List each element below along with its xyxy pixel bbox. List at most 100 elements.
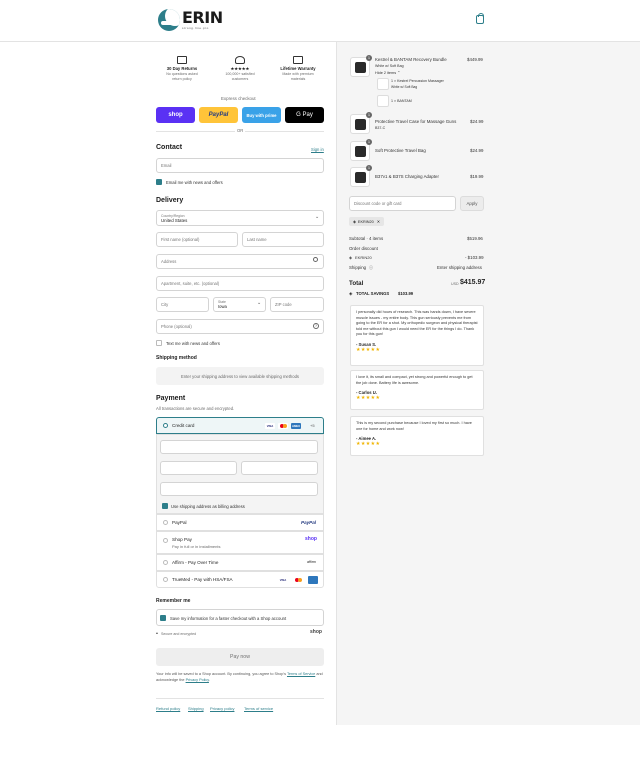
item-price: $19.99 bbox=[470, 174, 484, 179]
item-name: Soft Protective Travel Bag bbox=[375, 148, 426, 153]
total-label: Total bbox=[349, 280, 364, 287]
perk-line: customers bbox=[231, 76, 249, 81]
product-thumbnail: 1 bbox=[350, 55, 372, 77]
paypal-option[interactable]: PayPal PayPal bbox=[156, 514, 324, 531]
country-value: United States bbox=[161, 217, 188, 223]
amazon-pay-button[interactable]: Buy with prime bbox=[242, 107, 281, 123]
credit-card-option[interactable]: Credit card VISA AMEX +5 bbox=[156, 417, 324, 434]
brand-logo[interactable]: ERIN strong·line·pro bbox=[158, 9, 223, 31]
apartment-field[interactable]: Apartment, suite, etc. (optional) bbox=[156, 276, 324, 291]
text-news-checkbox[interactable] bbox=[156, 340, 162, 346]
address-field[interactable]: Address bbox=[156, 254, 324, 269]
review-text: This is my second purchase because I lov… bbox=[356, 421, 472, 431]
paypal-label: PayPal bbox=[172, 520, 187, 525]
affirm-option[interactable]: Affirm - Pay Over Time affirm bbox=[156, 554, 324, 571]
amex-icon: AMEX bbox=[291, 423, 301, 429]
email-news-checkbox[interactable] bbox=[156, 179, 162, 185]
billing-same-checkbox[interactable] bbox=[162, 503, 168, 509]
remember-me-title: Remember me bbox=[156, 598, 191, 604]
save-info-checkbox[interactable] bbox=[160, 615, 166, 621]
star-rating-icon: ★★★★★ bbox=[356, 441, 381, 448]
paypal-radio[interactable] bbox=[163, 520, 168, 525]
currency-label: USD bbox=[451, 282, 459, 286]
tag-icon: ◈ bbox=[349, 255, 353, 260]
pay-now-button[interactable]: Pay now bbox=[156, 648, 324, 666]
name-on-card-field[interactable] bbox=[160, 482, 318, 496]
footer-link-privacy[interactable]: Privacy policy bbox=[210, 706, 234, 711]
subtotal-value: $519.96 bbox=[467, 236, 483, 241]
product-thumbnail: 1 bbox=[350, 112, 372, 134]
mastercard-icon bbox=[293, 577, 303, 583]
zip-field[interactable]: ZIP code bbox=[270, 297, 324, 312]
terms-of-service-link[interactable]: Terms of Service bbox=[287, 672, 315, 676]
apply-button[interactable]: Apply bbox=[460, 196, 484, 211]
shop-pay-button[interactable]: shop bbox=[156, 107, 195, 123]
shop-pay-radio[interactable] bbox=[163, 538, 168, 543]
city-field[interactable]: City bbox=[156, 297, 209, 312]
item-price: $449.99 bbox=[467, 57, 483, 62]
google-pay-button[interactable]: G Pay bbox=[285, 107, 324, 123]
security-code-field[interactable] bbox=[241, 461, 318, 475]
affirm-radio[interactable] bbox=[163, 560, 168, 565]
or-divider-label: OR bbox=[235, 128, 246, 133]
legal-period: . bbox=[208, 678, 210, 682]
footer-link-shipping[interactable]: Shipping bbox=[188, 706, 204, 711]
sign-in-link[interactable]: Sign in bbox=[311, 147, 324, 152]
visa-icon: VISA bbox=[278, 577, 288, 583]
footer-link-refund[interactable]: Refund policy bbox=[156, 706, 180, 711]
last-name-field[interactable]: Last name bbox=[242, 232, 324, 247]
footer-link-terms[interactable]: Terms of service bbox=[244, 706, 273, 711]
text-news-label: Text me with news and offers bbox=[166, 341, 220, 346]
review-card: This is my second purchase because I lov… bbox=[350, 416, 484, 456]
savings-value: $103.99 bbox=[398, 291, 414, 296]
item-name: B37v1 & B37S Charging Adapter bbox=[375, 174, 439, 179]
shop-logo: shop bbox=[310, 629, 322, 635]
first-name-field[interactable]: First name (optional) bbox=[156, 232, 238, 247]
store-icon bbox=[235, 56, 245, 64]
phone-field[interactable]: Phone (optional) bbox=[156, 319, 324, 334]
paypal-button[interactable]: PayPal bbox=[199, 107, 238, 123]
discount-tag-code: EKRIN20 bbox=[357, 219, 374, 224]
hsa-card-icon bbox=[308, 576, 318, 584]
email-field[interactable]: Email bbox=[156, 158, 324, 173]
review-text: I love it, its small and compact, yet st… bbox=[356, 375, 473, 385]
payment-subtitle: All transactions are secure and encrypte… bbox=[156, 406, 235, 411]
review-card: I personally did hours of research. This… bbox=[350, 305, 484, 366]
perk-customers: ★★★★★ 100,000+ satisfied customers bbox=[214, 56, 266, 81]
help-icon[interactable]: ⓘ bbox=[369, 265, 373, 271]
sub-item-thumbnail bbox=[377, 78, 389, 90]
credit-card-label: Credit card bbox=[172, 423, 195, 428]
expiration-field[interactable] bbox=[160, 461, 237, 475]
email-news-label: Email me with news and offers bbox=[166, 180, 223, 185]
express-checkout-label: Express checkout bbox=[221, 96, 256, 101]
shopping-bag-icon[interactable] bbox=[476, 13, 484, 24]
truemed-radio[interactable] bbox=[163, 577, 168, 582]
paypal-logo: PayPal bbox=[301, 520, 317, 525]
privacy-policy-link[interactable]: Privacy Policy bbox=[186, 678, 209, 682]
shipping-method-message: Enter your shipping address to view avai… bbox=[156, 367, 324, 385]
mastercard-icon bbox=[278, 423, 288, 429]
affirm-logo: affirm bbox=[307, 560, 316, 564]
legal-line: Your info will be saved to a Shop accoun… bbox=[156, 672, 286, 676]
hide-items-toggle[interactable]: Hide 2 items ⌃ bbox=[375, 70, 400, 75]
remove-discount-icon[interactable]: ✕ bbox=[377, 219, 380, 224]
shipping-value: Enter shipping address bbox=[437, 265, 482, 270]
legal-text: Your info will be saved to a Shop accoun… bbox=[156, 671, 324, 683]
help-icon[interactable]: ? bbox=[313, 323, 319, 329]
total-value: $415.97 bbox=[460, 279, 486, 286]
shop-pay-option[interactable]: Shop Pay Pay in full or in installments … bbox=[156, 531, 324, 554]
credit-card-radio[interactable] bbox=[163, 423, 168, 428]
item-price: $24.99 bbox=[470, 148, 484, 153]
sub-item-name: 1 × BANTAM bbox=[391, 99, 412, 103]
perk-line: return policy bbox=[172, 76, 192, 81]
country-select[interactable]: Country/Region United States bbox=[156, 210, 324, 226]
truemed-option[interactable]: TrueMed - Pay with HSA/FSA VISA bbox=[156, 571, 324, 588]
search-icon bbox=[313, 257, 318, 262]
shop-pay-sublabel: Pay in full or in installments bbox=[172, 544, 221, 549]
perk-warranty: Lifetime Warranty Made with premium mate… bbox=[272, 56, 324, 81]
visa-icon: VISA bbox=[265, 423, 275, 429]
discount-code-field[interactable]: Discount code or gift card bbox=[349, 196, 456, 211]
brand-tagline: strong·line·pro bbox=[182, 26, 209, 30]
tag-icon: ◈ bbox=[353, 220, 356, 224]
card-number-field[interactable] bbox=[160, 440, 318, 454]
